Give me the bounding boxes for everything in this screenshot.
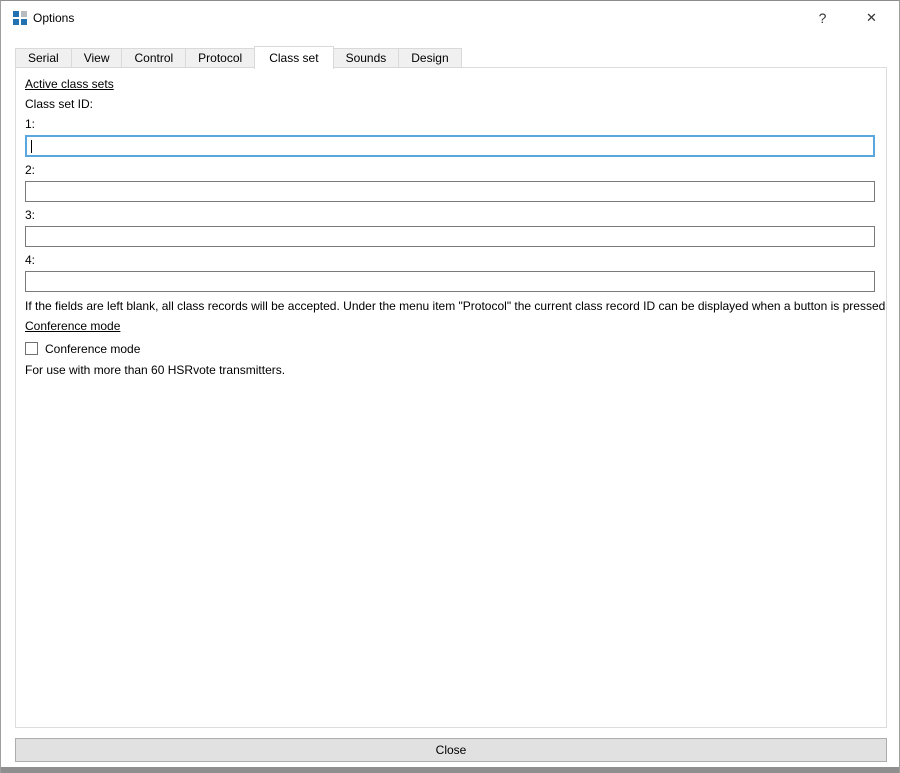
tab-design[interactable]: Design: [398, 48, 461, 68]
class-set-input-2[interactable]: [25, 181, 875, 202]
help-button[interactable]: ?: [800, 2, 845, 34]
class-set-input-3[interactable]: [25, 226, 875, 247]
window-bottom-edge: [1, 767, 899, 773]
conference-mode-checkbox-label: Conference mode: [45, 342, 140, 356]
window-title: Options: [33, 2, 74, 34]
active-class-sets-heading: Active class sets: [25, 77, 877, 92]
tab-view[interactable]: View: [71, 48, 123, 68]
tab-bar: Serial View Control Protocol Class set S…: [15, 45, 461, 68]
icon-square: [13, 19, 19, 25]
class-set-id-label: Class set ID:: [25, 97, 877, 112]
title-bar: Options ? ✕: [1, 2, 899, 34]
tab-serial[interactable]: Serial: [15, 48, 72, 68]
blank-fields-info-text: If the fields are left blank, all class …: [25, 299, 877, 314]
class-set-input-1[interactable]: [25, 135, 875, 157]
icon-square: [21, 19, 27, 25]
icon-square: [13, 11, 19, 17]
class-set-input-4[interactable]: [25, 271, 875, 292]
icon-square: [21, 11, 27, 17]
close-button[interactable]: Close: [15, 738, 887, 762]
conference-mode-checkbox[interactable]: [25, 342, 38, 355]
close-window-icon[interactable]: ✕: [849, 2, 894, 34]
tab-sounds[interactable]: Sounds: [333, 48, 400, 68]
conference-mode-row: Conference mode: [25, 341, 877, 356]
field-label-3: 3:: [25, 208, 877, 223]
class-set-tab-panel: Active class sets Class set ID: 1: 2: 3:…: [15, 67, 887, 728]
field-label-1: 1:: [25, 117, 877, 132]
tab-protocol[interactable]: Protocol: [185, 48, 255, 68]
conference-mode-heading: Conference mode: [25, 319, 877, 334]
field-label-4: 4:: [25, 253, 877, 268]
tab-class-set[interactable]: Class set: [254, 46, 333, 69]
text-caret: [31, 140, 32, 153]
app-window-icon[interactable]: [13, 11, 28, 26]
tab-control[interactable]: Control: [121, 48, 186, 68]
options-dialog: { "window": { "title": "Options", "help_…: [0, 0, 900, 773]
hsrvote-note-text: For use with more than 60 HSRvote transm…: [25, 363, 877, 378]
field-label-2: 2:: [25, 163, 877, 178]
